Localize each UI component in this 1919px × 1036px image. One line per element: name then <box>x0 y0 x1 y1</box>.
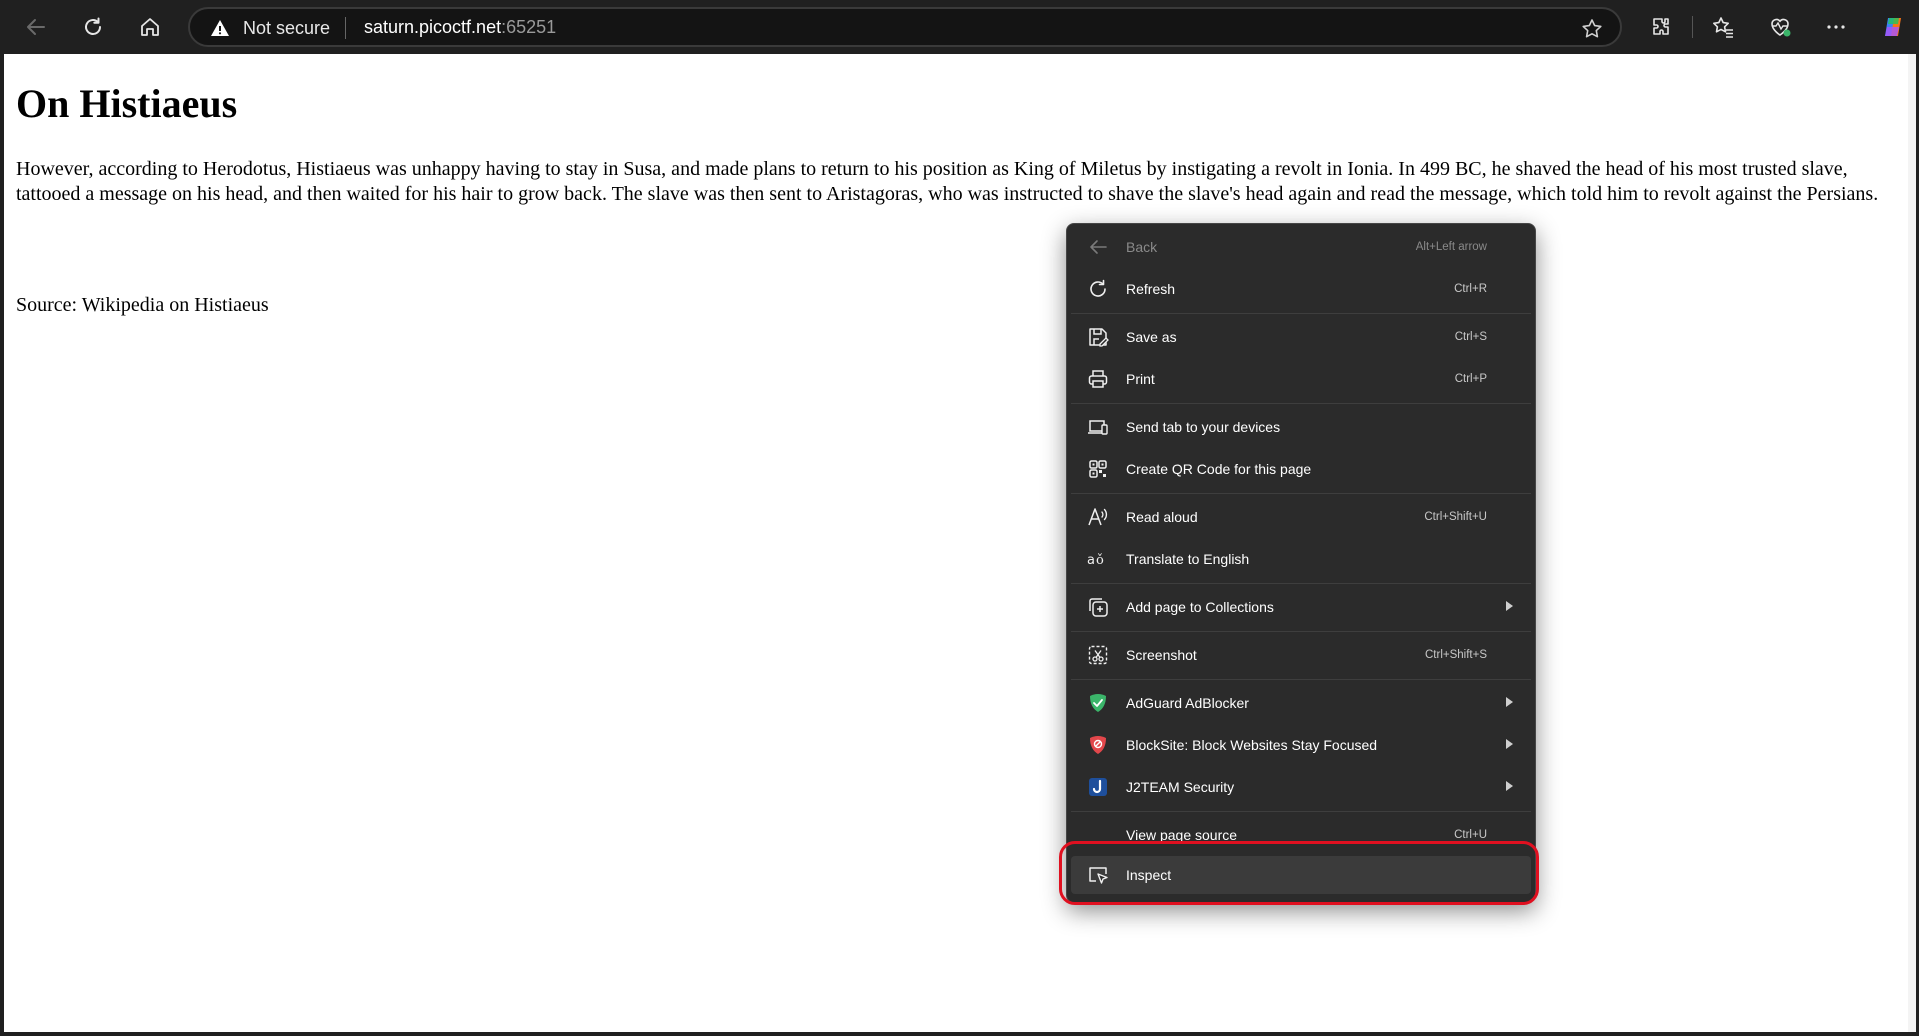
page-viewport: On Histiaeus However, according to Herod… <box>4 54 1916 1032</box>
puzzle-icon <box>1653 18 1669 35</box>
menu-label: Add page to Collections <box>1126 599 1274 615</box>
send-tab-devices-icon <box>1087 416 1109 438</box>
home-icon <box>141 18 159 36</box>
menu-shortcut: Ctrl+Shift+U <box>1424 511 1487 523</box>
browser-essentials-button[interactable] <box>1760 8 1800 46</box>
svg-text:a: a <box>1087 553 1095 568</box>
menu-label: Inspect <box>1126 867 1172 883</box>
menu-item-view-source[interactable]: View page source Ctrl+U <box>1071 816 1531 854</box>
favorite-star-icon[interactable] <box>1580 17 1604 41</box>
menu-label: Read aloud <box>1126 509 1198 525</box>
menu-shortcut: Ctrl+R <box>1454 283 1487 295</box>
more-options-button[interactable] <box>1816 8 1856 46</box>
ellipsis-icon <box>1827 25 1845 29</box>
url-port: :65251 <box>501 17 557 37</box>
submenu-arrow-icon <box>1506 601 1513 611</box>
menu-divider <box>1071 631 1531 632</box>
address-separator <box>345 17 346 39</box>
translate-icon: aǒ <box>1087 548 1109 570</box>
inspect-icon <box>1087 864 1109 886</box>
context-menu: Back Alt+Left arrow Refresh Ctrl+R Save … <box>1066 223 1536 903</box>
blocksite-shield-icon <box>1087 734 1109 756</box>
menu-label: BlockSite: Block Websites Stay Focused <box>1126 737 1378 753</box>
toolbar-divider <box>1692 16 1693 38</box>
refresh-button[interactable] <box>73 8 113 46</box>
menu-divider <box>1071 811 1531 812</box>
warning-icon <box>211 20 229 36</box>
screenshot-icon <box>1087 644 1109 666</box>
security-label[interactable]: Not secure <box>243 18 330 39</box>
menu-item-j2team[interactable]: J2TEAM Security <box>1071 768 1531 806</box>
menu-item-print[interactable]: Print Ctrl+P <box>1071 360 1531 398</box>
url-text[interactable]: saturn.picoctf.net:65251 <box>364 17 556 38</box>
menu-shortcut: Ctrl+Shift+S <box>1425 649 1487 661</box>
menu-label: Translate to English <box>1126 551 1250 567</box>
menu-item-read-aloud[interactable]: Read aloud Ctrl+Shift+U <box>1071 498 1531 536</box>
read-aloud-icon <box>1087 506 1109 528</box>
menu-item-blocksite[interactable]: BlockSite: Block Websites Stay Focused <box>1071 726 1531 764</box>
copilot-icon <box>1885 18 1901 36</box>
menu-divider <box>1071 493 1531 494</box>
menu-shortcut: Ctrl+P <box>1454 373 1487 385</box>
menu-item-collections[interactable]: Add page to Collections <box>1071 588 1531 626</box>
favorites-button[interactable] <box>1703 8 1743 46</box>
menu-divider <box>1071 679 1531 680</box>
menu-shortcut: Ctrl+U <box>1454 829 1487 841</box>
menu-label: Create QR Code for this page <box>1126 461 1312 477</box>
adguard-shield-icon <box>1087 692 1109 714</box>
j2team-logo-icon <box>1087 776 1109 798</box>
browser-toolbar: Not secure saturn.picoctf.net:65251 <box>0 0 1919 54</box>
menu-item-adguard[interactable]: AdGuard AdBlocker <box>1071 684 1531 722</box>
menu-item-back[interactable]: Back Alt+Left arrow <box>1071 228 1531 266</box>
menu-label: Back <box>1126 239 1158 255</box>
svg-text:ǒ: ǒ <box>1096 553 1104 568</box>
menu-label: AdGuard AdBlocker <box>1126 695 1249 711</box>
menu-item-screenshot[interactable]: Screenshot Ctrl+Shift+S <box>1071 636 1531 674</box>
submenu-arrow-icon <box>1506 781 1513 791</box>
menu-divider <box>1071 583 1531 584</box>
menu-item-send-tab[interactable]: Send tab to your devices <box>1071 408 1531 446</box>
window-bottom-edge <box>0 1032 1919 1036</box>
menu-item-qr-code[interactable]: Create QR Code for this page <box>1071 450 1531 488</box>
back-arrow-icon <box>27 19 45 35</box>
collections-add-icon <box>1087 596 1109 618</box>
save-as-icon <box>1087 326 1109 348</box>
refresh-icon <box>85 17 101 35</box>
favorites-icon <box>1713 17 1733 38</box>
address-bar[interactable]: Not secure saturn.picoctf.net:65251 <box>188 7 1622 47</box>
page-paragraph: However, according to Herodotus, Histiae… <box>16 158 1879 205</box>
menu-label: Save as <box>1126 329 1177 345</box>
url-host: saturn.picoctf.net <box>364 17 502 37</box>
copilot-button[interactable] <box>1873 8 1913 46</box>
refresh-icon <box>1087 278 1109 300</box>
page-scrollbar[interactable] <box>1908 54 1916 1032</box>
extensions-button[interactable] <box>1641 8 1681 46</box>
back-button[interactable] <box>16 8 56 46</box>
printer-icon <box>1087 368 1109 390</box>
menu-label: Screenshot <box>1126 647 1197 663</box>
menu-label: J2TEAM Security <box>1126 779 1235 795</box>
heart-pulse-icon <box>1771 18 1791 37</box>
menu-label: Send tab to your devices <box>1126 419 1281 435</box>
menu-item-save-as[interactable]: Save as Ctrl+S <box>1071 318 1531 356</box>
page-heading: On Histiaeus <box>16 81 238 126</box>
menu-label: Print <box>1126 371 1155 387</box>
back-arrow-icon <box>1087 236 1109 258</box>
menu-item-translate[interactable]: aǒ Translate to English <box>1071 540 1531 578</box>
menu-divider <box>1071 403 1531 404</box>
menu-item-refresh[interactable]: Refresh Ctrl+R <box>1071 270 1531 308</box>
submenu-arrow-icon <box>1506 697 1513 707</box>
menu-label: View page source <box>1126 827 1238 843</box>
menu-shortcut: Alt+Left arrow <box>1415 241 1487 253</box>
menu-shortcut: Ctrl+S <box>1454 331 1487 343</box>
submenu-arrow-icon <box>1506 739 1513 749</box>
menu-divider <box>1071 313 1531 314</box>
qr-code-icon <box>1087 458 1109 480</box>
menu-label: Refresh <box>1126 281 1176 297</box>
home-button[interactable] <box>130 8 170 46</box>
source-text: Source: Wikipedia on Histiaeus <box>16 294 269 316</box>
menu-item-inspect[interactable]: Inspect <box>1071 856 1531 894</box>
